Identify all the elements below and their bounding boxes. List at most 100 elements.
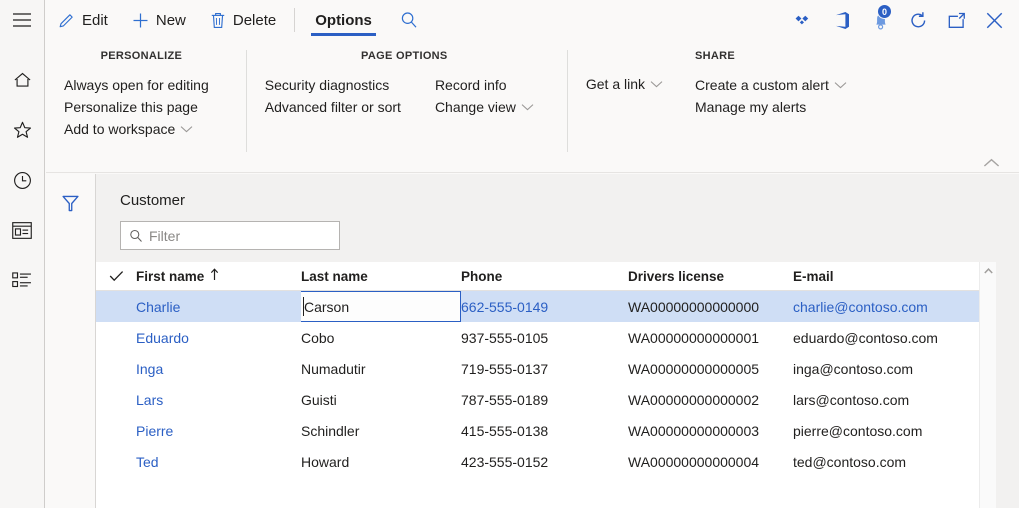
edit-button-label: Edit (82, 11, 108, 29)
row-checkbox[interactable] (96, 384, 136, 415)
cell-drivers-license[interactable]: WA00000000000005 (628, 353, 793, 384)
column-header-first-name[interactable]: First name (136, 262, 301, 291)
cell-phone[interactable]: 423-555-0152 (461, 446, 628, 477)
sidebar-item-recent[interactable] (0, 160, 45, 200)
ribbon-group-personalize: PERSONALIZE Always open for editing Pers… (46, 50, 247, 160)
cell-last-name[interactable]: Cobo (301, 322, 461, 353)
cell-email[interactable]: eduardo@contoso.com (793, 322, 993, 353)
row-checkbox[interactable] (96, 446, 136, 477)
chevron-down-icon (834, 81, 847, 89)
sidebar-item-home[interactable] (0, 60, 45, 100)
sort-ascending-icon (210, 268, 219, 284)
cell-email[interactable]: lars@contoso.com (793, 384, 993, 415)
sidebar-item-workspaces[interactable] (0, 210, 45, 250)
cell-drivers-license[interactable]: WA00000000000002 (628, 384, 793, 415)
cell-last-name[interactable]: Howard (301, 446, 461, 477)
table-row[interactable]: Pierre Schindler 415-555-0138 WA00000000… (96, 415, 996, 446)
grid-vertical-scrollbar[interactable] (979, 262, 996, 508)
cell-phone[interactable]: 662-555-0149 (461, 291, 628, 322)
refresh-icon[interactable] (899, 0, 937, 40)
cell-email[interactable]: ted@contoso.com (793, 446, 993, 477)
cell-drivers-license[interactable]: WA00000000000001 (628, 322, 793, 353)
table-row[interactable]: Inga Numadutir 719-555-0137 WA0000000000… (96, 353, 996, 384)
select-all-checkbox[interactable] (96, 270, 136, 282)
row-checkbox[interactable] (96, 415, 136, 446)
checkmark-icon (109, 271, 123, 282)
cell-first-name[interactable]: Inga (136, 353, 301, 384)
cell-phone[interactable]: 787-555-0189 (461, 384, 628, 415)
cell-phone[interactable]: 415-555-0138 (461, 415, 628, 446)
cell-drivers-license[interactable]: WA00000000000004 (628, 446, 793, 477)
cell-first-name[interactable]: Ted (136, 446, 301, 477)
column-header-last-name[interactable]: Last name (301, 262, 461, 291)
cell-first-name[interactable]: Pierre (136, 415, 301, 446)
dynamics-diamond-icon[interactable] (785, 0, 823, 40)
table-row[interactable]: Ted Howard 423-555-0152 WA00000000000004… (96, 446, 996, 477)
filter-input-placeholder: Filter (149, 227, 181, 244)
popout-icon[interactable] (937, 0, 975, 40)
cell-last-name[interactable]: Numadutir (301, 353, 461, 384)
cell-drivers-license[interactable]: WA00000000000003 (628, 415, 793, 446)
cell-phone[interactable]: 719-555-0137 (461, 353, 628, 384)
column-header-phone[interactable]: Phone (461, 262, 628, 291)
column-header-email[interactable]: E-mail (793, 262, 993, 291)
new-button[interactable]: New (120, 0, 198, 40)
cell-email[interactable]: pierre@contoso.com (793, 415, 993, 446)
ribbon-item-change-view[interactable]: Change view (435, 96, 544, 118)
last-name-edit-input[interactable]: Carson (301, 291, 461, 322)
cell-phone[interactable]: 937-555-0105 (461, 322, 628, 353)
list-icon (12, 272, 31, 288)
row-checkbox[interactable] (96, 353, 136, 384)
command-separator (294, 8, 296, 32)
table-row[interactable]: Eduardo Cobo 937-555-0105 WA000000000000… (96, 322, 996, 353)
ribbon-collapse-button[interactable] (977, 152, 1005, 174)
ribbon-group-personalize-title: PERSONALIZE (100, 50, 183, 62)
chevron-down-icon (650, 80, 663, 88)
plus-icon (132, 12, 149, 29)
ribbon-item-get-a-link[interactable]: Get a link (586, 73, 673, 95)
ribbon-item-manage-my-alerts[interactable]: Manage my alerts (695, 96, 857, 118)
cell-email[interactable]: charlie@contoso.com (793, 291, 993, 322)
table-row[interactable]: Lars Guisti 787-555-0189 WA0000000000000… (96, 384, 996, 415)
column-header-drivers-license[interactable]: Drivers license (628, 262, 793, 291)
cell-last-name[interactable]: Carson (301, 291, 461, 322)
delete-button[interactable]: Delete (198, 0, 288, 40)
scroll-up-button[interactable] (980, 262, 997, 279)
cell-first-name[interactable]: Eduardo (136, 322, 301, 353)
search-button[interactable] (386, 0, 432, 40)
filter-pane-button[interactable] (56, 188, 86, 218)
close-icon[interactable] (975, 0, 1013, 40)
hamburger-menu-button[interactable] (0, 0, 45, 40)
scrollbar-track[interactable] (980, 279, 997, 508)
ribbon-item-record-info[interactable]: Record info (435, 74, 544, 96)
row-checkbox[interactable] (96, 322, 136, 353)
table-row[interactable]: Charlie Carson 662-555-0149 WA0000000000… (96, 291, 996, 322)
funnel-icon (62, 195, 79, 211)
tab-options[interactable]: Options (301, 0, 386, 40)
office-icon[interactable] (823, 0, 861, 40)
cell-first-name[interactable]: Charlie (136, 291, 301, 322)
edit-button[interactable]: Edit (46, 0, 120, 40)
search-icon (401, 12, 417, 28)
sidebar-item-modules[interactable] (0, 260, 45, 300)
cell-last-name[interactable]: Schindler (301, 415, 461, 446)
cell-first-name[interactable]: Lars (136, 384, 301, 415)
sidebar-item-favorites[interactable] (0, 110, 45, 150)
ribbon-item-label: Get a link (585, 76, 646, 92)
cell-drivers-license[interactable]: WA00000000000000 (628, 291, 793, 322)
cell-email[interactable]: inga@contoso.com (793, 353, 993, 384)
notifications-icon[interactable]: 0 (861, 0, 899, 40)
ribbon-item-always-open-for-editing[interactable]: Always open for editing (64, 74, 219, 96)
ribbon-item-personalize-this-page[interactable]: Personalize this page (64, 96, 219, 118)
row-checkbox[interactable] (96, 291, 136, 322)
cell-last-name[interactable]: Guisti (301, 384, 461, 415)
ribbon-item-advanced-filter-or-sort[interactable]: Advanced filter or sort (265, 96, 411, 118)
ribbon-item-create-a-custom-alert[interactable]: Create a custom alert (695, 74, 857, 96)
navigation-rail (0, 0, 45, 508)
ribbon-item-security-diagnostics[interactable]: Security diagnostics (265, 74, 411, 96)
home-icon (14, 72, 30, 87)
command-bar-spacer (432, 0, 785, 40)
ribbon-item-add-to-workspace[interactable]: Add to workspace (64, 118, 219, 140)
filter-input[interactable]: Filter (120, 221, 340, 250)
ribbon-item-label: Always open for editing (64, 77, 209, 93)
